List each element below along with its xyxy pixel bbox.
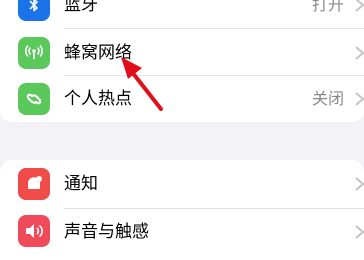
red-arrow-icon xyxy=(121,57,163,111)
